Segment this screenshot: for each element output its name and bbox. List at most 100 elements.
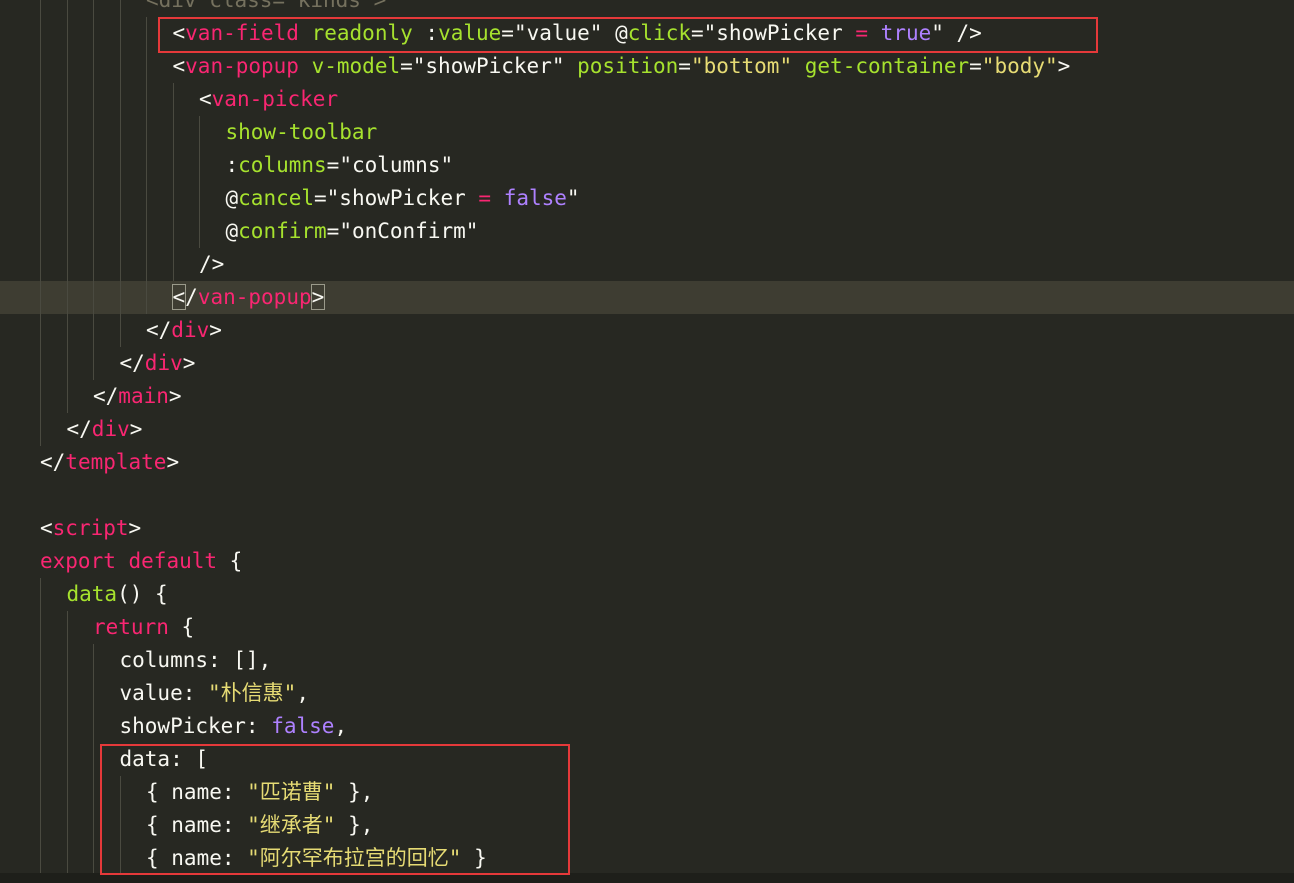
code-text: export default { (40, 545, 242, 578)
token-punct: > (166, 450, 180, 474)
code-line[interactable]: </template> (0, 446, 1294, 479)
indent-guide (119, 0, 121, 17)
code-line[interactable]: { name: "匹诺曹" }, (0, 776, 1294, 809)
code-line[interactable]: </van-popup> (0, 281, 1294, 314)
indent-guide (66, 809, 68, 842)
indent-guide (93, 347, 94, 380)
code-line[interactable]: </main> (0, 380, 1294, 413)
token-string: "朴信惠" (208, 681, 297, 705)
token-punct (792, 54, 805, 78)
code-line[interactable]: </div> (0, 314, 1294, 347)
token-string: "继承者" (247, 813, 336, 837)
code-line[interactable]: :columns="columns" (0, 149, 1294, 182)
code-line[interactable]: /> (0, 248, 1294, 281)
token-punct: > (1057, 54, 1071, 78)
indent-guide (119, 776, 121, 809)
indent-guide (66, 0, 68, 17)
indent-guide (93, 182, 94, 215)
token-punct: showPicker: (119, 714, 272, 738)
code-text: @cancel="showPicker = false" (226, 182, 580, 215)
token-tag: template (65, 450, 167, 474)
indent-guide (93, 50, 94, 83)
indent-guide (146, 149, 147, 182)
indent-guide (66, 149, 68, 182)
indent-guide (119, 182, 121, 215)
code-line[interactable]: @confirm="onConfirm" (0, 215, 1294, 248)
token-attr: value (438, 21, 502, 45)
code-text: { name: "匹诺曹" }, (146, 776, 373, 809)
indent-guide (146, 17, 147, 50)
indent-guide (66, 380, 68, 413)
code-line[interactable]: data() { (0, 578, 1294, 611)
code-line[interactable]: @cancel="showPicker = false" (0, 182, 1294, 215)
indent-guide (66, 314, 68, 347)
code-editor[interactable]: <div class="kinds"> <van-field readonly :… (0, 0, 1294, 883)
token-kw: = (478, 186, 492, 210)
indent-guide (93, 842, 94, 875)
code-line[interactable]: export default { (0, 545, 1294, 578)
token-punct (116, 549, 129, 573)
token-punct: =" (690, 21, 717, 45)
token-punct: { name: (146, 780, 248, 804)
code-line[interactable]: <van-popup v-model="showPicker" position… (0, 50, 1294, 83)
code-line[interactable]: value: "朴信惠", (0, 677, 1294, 710)
code-text: data() { (67, 578, 168, 611)
token-const: true (880, 21, 932, 45)
code-line[interactable]: </div> (0, 413, 1294, 446)
indent-guide (40, 413, 41, 446)
code-line[interactable]: <van-field readonly :value="value" @clic… (0, 17, 1294, 50)
indent-guide (146, 50, 147, 83)
token-attr: confirm (238, 219, 327, 243)
code-line[interactable]: { name: "阿尔罕布拉宫的回忆" } (0, 842, 1294, 875)
token-punct: }, (335, 780, 374, 804)
indent-guide (172, 182, 174, 215)
code-text: { name: "阿尔罕布拉宫的回忆" } (146, 842, 487, 875)
indent-guide (40, 578, 41, 611)
indent-guide (40, 149, 41, 182)
indent-guide (146, 116, 147, 149)
code-text: showPicker: false, (120, 710, 348, 743)
indent-guide (40, 248, 41, 281)
token-tag: van-field (185, 21, 299, 45)
indent-guide (66, 83, 68, 116)
token-punct: data: [ (119, 747, 209, 771)
code-line[interactable]: showPicker: false, (0, 710, 1294, 743)
token-kw: default (128, 549, 218, 573)
token-punct: </ (66, 417, 92, 441)
code-line[interactable]: return { (0, 611, 1294, 644)
token-tag: van-popup (185, 54, 299, 78)
code-text: columns: [], (120, 644, 272, 677)
indent-guide (93, 83, 94, 116)
indent-guide (146, 182, 147, 215)
indent-guide (146, 83, 147, 116)
indent-guide (40, 380, 41, 413)
code-line[interactable]: <script> (0, 512, 1294, 545)
token-punct: " /> (931, 21, 982, 45)
indent-guide (66, 182, 68, 215)
token-punct: < (172, 21, 186, 45)
token-punct: ="onConfirm" (326, 219, 479, 243)
indent-guide (40, 677, 41, 710)
indent-guide (40, 347, 41, 380)
token-string: "匹诺曹" (247, 780, 336, 804)
code-line[interactable]: show-toolbar (0, 116, 1294, 149)
code-line[interactable]: <div class="kinds"> (0, 0, 1294, 17)
token-tag: script (52, 516, 129, 540)
token-punct (491, 186, 504, 210)
token-punct: { name: (146, 846, 248, 870)
code-line[interactable]: <van-picker (0, 83, 1294, 116)
token-punct: showPicker (716, 21, 856, 45)
indent-guide (66, 215, 68, 248)
indent-guide (66, 248, 68, 281)
code-line[interactable]: columns: [], (0, 644, 1294, 677)
indent-guide (40, 50, 41, 83)
token-kw: = (855, 21, 869, 45)
indent-guide (40, 743, 41, 776)
indent-guide (66, 710, 68, 743)
code-line[interactable]: data: [ (0, 743, 1294, 776)
token-const: false (503, 186, 567, 210)
code-line[interactable] (0, 479, 1294, 512)
code-line[interactable]: </div> (0, 347, 1294, 380)
indent-guide (66, 347, 68, 380)
code-line[interactable]: { name: "继承者" }, (0, 809, 1294, 842)
